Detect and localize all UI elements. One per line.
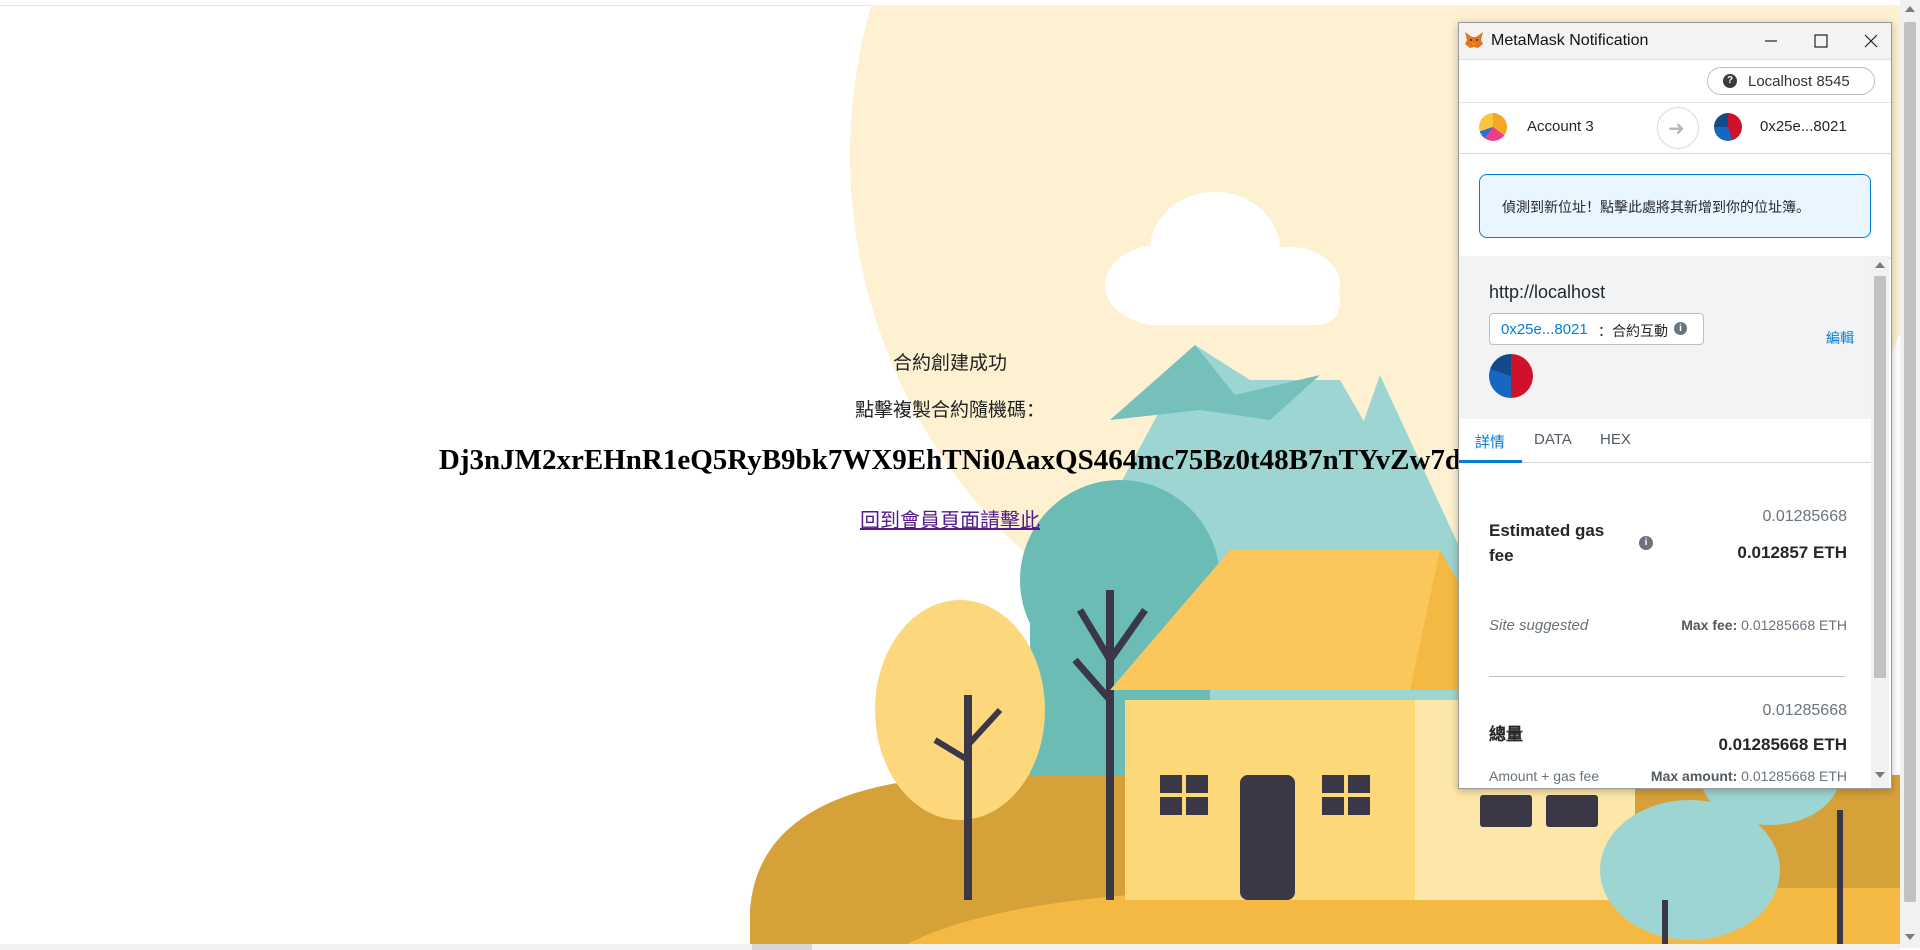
horizontal-scrollbar[interactable] <box>0 944 1900 950</box>
network-selector[interactable]: ? Localhost 8545 <box>1707 67 1875 95</box>
horizontal-scrollbar-thumb[interactable] <box>752 944 812 950</box>
network-question-icon: ? <box>1723 74 1737 88</box>
details-divider <box>1489 676 1845 677</box>
tab-data[interactable]: DATA <box>1534 431 1572 448</box>
contract-method-pill: 0x25e...8021 ：合約互動 i <box>1489 313 1704 345</box>
tab-details[interactable]: 詳情 <box>1475 431 1505 452</box>
origin-panel: http://localhost 0x25e...8021 ：合約互動 i <box>1459 256 1871 419</box>
page-scrollbar[interactable] <box>1900 0 1920 948</box>
total-row: 0.01285668 總量 0.01285668 ETH <box>1489 702 1847 762</box>
total-subrow: Amount + gas fee Max amount: 0.01285668 … <box>1489 768 1847 788</box>
network-label: Localhost 8545 <box>1748 73 1850 90</box>
metamask-titlebar[interactable]: MetaMask Notification <box>1459 23 1891 60</box>
contract-avatar <box>1489 354 1533 398</box>
to-account-address[interactable]: 0x25e...8021 <box>1760 118 1847 135</box>
total-label: 總量 <box>1489 725 1523 744</box>
metamask-scrollbar[interactable] <box>1871 256 1889 788</box>
metamask-window: MetaMask Notification ? Localhost 8545 A… <box>1458 22 1892 789</box>
arrow-right-icon: ➜ <box>1657 107 1699 149</box>
scroll-up-arrow-icon[interactable] <box>1905 6 1915 12</box>
contract-interaction-label: ：合約互動 <box>1598 323 1668 339</box>
gas-fee-eth: 0.012857 ETH <box>1737 543 1847 562</box>
minimize-icon[interactable] <box>1751 28 1791 54</box>
mm-scrollbar-thumb[interactable] <box>1874 276 1886 678</box>
close-icon[interactable] <box>1851 28 1891 54</box>
info-icon[interactable]: i <box>1674 322 1687 335</box>
gas-info-icon[interactable]: i <box>1639 536 1653 550</box>
detail-tabs: 詳情 DATA HEX <box>1459 419 1871 463</box>
total-value: 0.01285668 <box>1762 702 1847 719</box>
maximize-icon[interactable] <box>1801 28 1841 54</box>
gas-fee-value: 0.01285668 <box>1762 508 1847 525</box>
mm-scroll-up-icon[interactable] <box>1875 262 1885 268</box>
contract-address-link[interactable]: 0x25e...8021 <box>1501 321 1588 338</box>
max-fee-value: 0.01285668 ETH <box>1741 617 1847 633</box>
max-fee-label: Max fee: <box>1681 617 1738 633</box>
site-suggested: Site suggested <box>1489 617 1589 634</box>
total-eth: 0.01285668 ETH <box>1718 735 1847 754</box>
scroll-down-arrow-icon[interactable] <box>1905 934 1915 940</box>
scrollbar-thumb[interactable] <box>1904 22 1916 902</box>
max-amount-value: 0.01285668 ETH <box>1741 768 1847 784</box>
metamask-fox-icon <box>1465 32 1483 48</box>
gas-fee-label: Estimated gas fee <box>1489 521 1605 565</box>
max-amount-label: Max amount: <box>1650 768 1738 784</box>
new-address-section: 偵測到新位址！點擊此處將其新增到你的位址簿。 <box>1459 154 1891 259</box>
to-account-avatar <box>1714 113 1742 141</box>
from-account-avatar <box>1479 113 1507 141</box>
from-account-name[interactable]: Account 3 <box>1527 118 1594 135</box>
network-bar: ? Localhost 8545 <box>1459 60 1891 103</box>
gas-fee-row: Estimated gas fee i 0.01285668 0.012857 … <box>1489 508 1847 578</box>
origin-url: http://localhost <box>1489 282 1606 302</box>
active-tab-indicator <box>1459 460 1522 463</box>
edit-gas-link[interactable]: 編輯 <box>1826 328 1854 348</box>
window-title: MetaMask Notification <box>1491 32 1649 49</box>
gas-fee-subrow: Site suggested Max fee: 0.01285668 ETH <box>1489 617 1847 639</box>
mm-scroll-down-icon[interactable] <box>1875 772 1885 778</box>
new-address-notice[interactable]: 偵測到新位址！點擊此處將其新增到你的位址簿。 <box>1479 174 1871 238</box>
account-transfer-bar: Account 3 ➜ 0x25e...8021 <box>1459 103 1891 154</box>
new-address-notice-text: 偵測到新位址！點擊此處將其新增到你的位址簿。 <box>1502 199 1810 215</box>
tab-hex[interactable]: HEX <box>1600 431 1631 448</box>
amount-plus-gas-label: Amount + gas fee <box>1489 768 1600 784</box>
transaction-details: http://localhost 0x25e...8021 ：合約互動 i 詳情… <box>1459 256 1871 788</box>
